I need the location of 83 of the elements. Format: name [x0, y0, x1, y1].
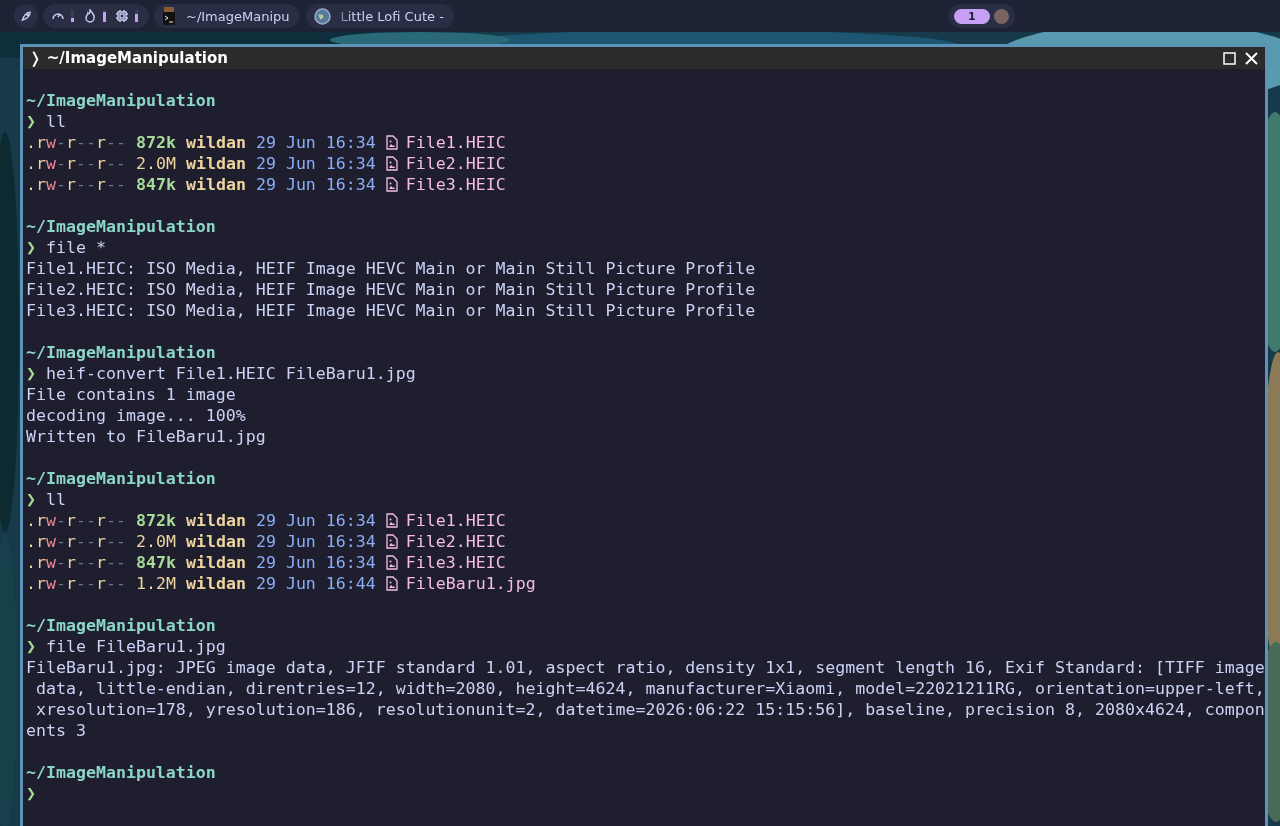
output-text: Written to FileBaru1.jpg — [26, 427, 266, 446]
command-text: heif-convert File1.HEIC FileBaru1.jpg — [46, 364, 416, 383]
command-text: file FileBaru1.jpg — [46, 637, 226, 656]
file-size: 2.0M — [136, 532, 176, 551]
file-name: File3.HEIC — [405, 553, 506, 572]
taskbar-item[interactable]: ~/ImageManipu — [154, 4, 300, 28]
output-text: File1.HEIC: ISO Media, HEIF Image HEVC Main or Main Still Picture Profile — [26, 259, 756, 278]
permissions: .rw-r--r-- — [26, 133, 126, 152]
image-file-icon — [385, 135, 398, 150]
window-title: ❭ ~/ImageManipulation — [29, 49, 229, 67]
permissions: .rw-r--r-- — [26, 553, 126, 572]
prompt-symbol: ❯ — [26, 112, 36, 131]
permissions: .rw-r--r-- — [26, 532, 126, 551]
permissions: .rw-r--r-- — [26, 574, 126, 593]
output-text: File contains 1 image — [26, 385, 236, 404]
globe-icon — [313, 7, 331, 25]
file-owner: wildan — [185, 532, 246, 551]
file-owner: wildan — [185, 511, 246, 530]
maximize-icon[interactable] — [1223, 51, 1236, 65]
directory-path: ~/ImageManipulation — [26, 343, 216, 362]
usage-meter — [135, 10, 138, 22]
file-owner: wildan — [185, 154, 246, 173]
permissions: .rw-r--r-- — [26, 175, 126, 194]
prompt-symbol: ❯ — [26, 784, 36, 803]
directory-path: ~/ImageManipulation — [26, 763, 216, 782]
file-size: 847k — [136, 553, 176, 572]
file-name: File2.HEIC — [405, 532, 506, 551]
file-size: 872k — [136, 133, 176, 152]
permissions: .rw-r--r-- — [26, 511, 126, 530]
file-owner: wildan — [185, 553, 246, 572]
output-text: FileBaru1.jpg: JPEG image data, JFIF standard 1.01, aspect ratio, density 1x1, segment length 16, Exif Standard: [TIFF image — [26, 658, 1265, 677]
image-file-icon — [385, 177, 398, 192]
directory-path: ~/ImageManipulation — [26, 217, 216, 236]
permissions: .rw-r--r-- — [26, 154, 126, 173]
file-date: 29 Jun 16:34 — [255, 511, 376, 530]
usage-meter — [103, 10, 106, 22]
file-name: File1.HEIC — [405, 133, 506, 152]
output-text: ents 3 — [26, 721, 86, 740]
directory-path: ~/ImageManipulation — [26, 91, 216, 110]
launcher-button[interactable] — [14, 4, 38, 28]
file-date: 29 Jun 16:34 — [255, 154, 376, 173]
file-name: File2.HEIC — [405, 154, 506, 173]
output-text: xresolution=178, yresolution=186, resolutionunit=2, datetime=2026:06:22 15:15:56], baseline, precision 8, 2080x4624, compon — [35, 700, 1265, 719]
image-file-icon — [385, 534, 398, 549]
output-text: File2.HEIC: ISO Media, HEIF Image HEVC Main or Main Still Picture Profile — [26, 280, 756, 299]
image-file-icon — [385, 513, 398, 528]
output-text: decoding image... 100% — [26, 406, 246, 425]
terminal-icon — [162, 7, 176, 25]
command-text: file * — [46, 238, 106, 257]
command-text: ll — [46, 490, 66, 509]
file-size: 847k — [136, 175, 176, 194]
workspace-indicator[interactable]: 1 — [953, 8, 990, 24]
command-text: ll — [46, 112, 66, 131]
file-owner: wildan — [185, 133, 246, 152]
prompt-symbol: ❯ — [26, 364, 36, 383]
image-file-icon — [385, 156, 398, 171]
file-owner: wildan — [185, 175, 246, 194]
prompt-symbol: ❯ — [26, 637, 36, 656]
file-date: 29 Jun 16:34 — [255, 175, 376, 194]
image-file-icon — [385, 555, 398, 570]
image-file-icon — [385, 576, 398, 591]
file-date: 29 Jun 16:34 — [255, 133, 376, 152]
file-size: 2.0M — [136, 154, 176, 173]
flame-icon — [83, 9, 97, 23]
directory-path: ~/ImageManipulation — [26, 616, 216, 635]
output-text: data, little-endian, direntries=12, width=2080, height=4624, manufacturer=Xiaomi, model=22021211RG, orientation=upper-left, — [35, 679, 1265, 698]
file-date: 29 Jun 16:34 — [255, 553, 376, 572]
file-date: 29 Jun 16:44 — [255, 574, 376, 593]
prompt-symbol: ❯ — [26, 490, 36, 509]
file-name: FileBaru1.jpg — [405, 574, 536, 593]
usage-meter — [71, 10, 74, 22]
file-size: 1.2M — [136, 574, 176, 593]
prompt-symbol: ❯ — [26, 238, 36, 257]
output-text: File3.HEIC: ISO Media, HEIF Image HEVC Main or Main Still Picture Profile — [26, 301, 756, 320]
file-name: File3.HEIC — [405, 175, 506, 194]
taskbar-item[interactable]: Little Lofi Cute - — [305, 4, 454, 28]
file-date: 29 Jun 16:34 — [255, 532, 376, 551]
directory-path: ~/ImageManipulation — [26, 469, 216, 488]
file-name: File1.HEIC — [405, 511, 506, 530]
workspace-indicator[interactable] — [993, 8, 1009, 24]
file-owner: wildan — [185, 574, 246, 593]
file-size: 872k — [136, 511, 176, 530]
close-icon[interactable] — [1244, 50, 1259, 66]
